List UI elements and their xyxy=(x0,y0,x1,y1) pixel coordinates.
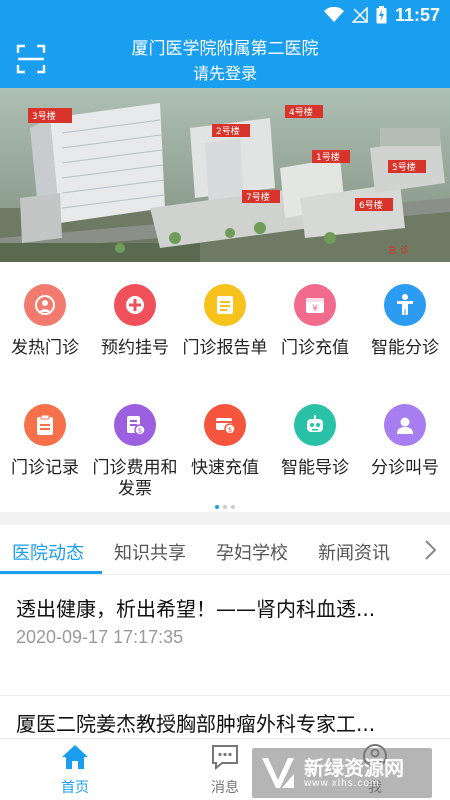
news-list: 透出健康，析出希望！——肾内科血透... 2020-09-17 17:17:35… xyxy=(0,575,450,738)
service-report[interactable]: 门诊报告单 xyxy=(180,284,270,359)
service-label: 智能分诊 xyxy=(371,338,439,358)
nav-label: 首页 xyxy=(61,780,89,796)
service-recharge[interactable]: ¥ 门诊充值 xyxy=(270,284,360,359)
app-header: 厦门医学院附属第二医院 请先登录 xyxy=(0,30,450,88)
status-time: 11:57 xyxy=(394,4,440,25)
banner-label: 7号楼 xyxy=(246,191,270,203)
chevron-right-icon[interactable] xyxy=(418,537,442,563)
service-appointment[interactable]: 预约挂号 xyxy=(90,284,180,359)
service-quick-recharge[interactable]: $ 快速充值 xyxy=(180,404,270,479)
pager-dot xyxy=(231,505,235,509)
home-icon xyxy=(62,745,88,769)
service-label: 智能导诊 xyxy=(281,458,349,478)
invoice-icon: $ xyxy=(114,404,156,446)
service-label: 分诊叫号 xyxy=(371,458,439,478)
news-time: 2020-09-17 17:17:35 xyxy=(16,627,184,647)
robot-guide-icon xyxy=(294,404,336,446)
smart-triage-icon xyxy=(384,284,426,326)
hospital-aerial-image: 3号楼 2号楼 4号楼 1号楼 5号楼 7号楼 6号楼 急 诊 xyxy=(0,88,450,262)
service-label: 门诊充值 xyxy=(281,338,349,358)
fever-clinic-icon xyxy=(24,284,66,326)
message-icon xyxy=(212,745,238,771)
service-label: 门诊报告单 xyxy=(182,338,268,358)
active-tab-indicator xyxy=(0,571,102,574)
service-invoice[interactable]: $ 门诊费用和发票 xyxy=(90,404,180,500)
pager-dot xyxy=(215,505,219,509)
appointment-icon xyxy=(114,284,156,326)
tab-pregnancy-school[interactable]: 孕妇学校 xyxy=(216,539,288,565)
pager-dots xyxy=(0,494,450,513)
banner-label: 3号楼 xyxy=(32,110,56,122)
service-label: 发热门诊 xyxy=(11,338,79,358)
hospital-banner[interactable]: 3号楼 2号楼 4号楼 1号楼 5号楼 7号楼 6号楼 急 诊 xyxy=(0,88,450,262)
tab-hospital-news[interactable]: 医院动态 xyxy=(12,539,84,565)
hospital-name: 厦门医学院附属第二医院 xyxy=(131,39,319,59)
status-icons: 11:57 xyxy=(323,4,440,25)
record-icon xyxy=(24,404,66,446)
banner-label: 1号楼 xyxy=(316,151,340,163)
svg-text:$: $ xyxy=(138,427,142,435)
news-item[interactable]: 透出健康，析出希望！——肾内科血透... 2020-09-17 17:17:35 xyxy=(0,575,450,696)
banner-label: 4号楼 xyxy=(289,106,313,118)
banner-label: 5号楼 xyxy=(392,161,416,173)
banner-label: 6号楼 xyxy=(359,199,383,211)
tab-knowledge[interactable]: 知识共享 xyxy=(114,539,186,565)
service-smart-triage[interactable]: 智能分诊 xyxy=(360,284,450,359)
login-link[interactable]: 请先登录 xyxy=(0,60,450,84)
service-label: 快速充值 xyxy=(191,458,259,478)
queue-call-icon xyxy=(384,404,426,446)
service-label: 预约挂号 xyxy=(101,338,169,358)
watermark: 新绿资源网 www.xlhs.com xyxy=(252,748,432,798)
svg-text:$: $ xyxy=(228,426,232,434)
service-record[interactable]: 门诊记录 xyxy=(0,404,90,479)
svg-text:¥: ¥ xyxy=(312,304,318,314)
quick-recharge-icon: $ xyxy=(204,404,246,446)
banner-label: 急 诊 xyxy=(388,244,409,256)
report-icon xyxy=(204,284,246,326)
tab-news[interactable]: 新闻资讯 xyxy=(318,539,390,565)
service-fever-clinic[interactable]: 发热门诊 xyxy=(0,284,90,359)
wifi-icon xyxy=(323,7,344,22)
news-tabs: 医院动态 知识共享 孕妇学校 新闻资讯 xyxy=(0,525,450,575)
news-title: 厦医二院姜杰教授胸部肿瘤外科专家工... xyxy=(16,712,376,736)
service-label: 门诊记录 xyxy=(11,458,79,478)
service-grid: 发热门诊 预约挂号 门诊报告单 ¥ 门诊充值 智能分诊 门诊记录 $ 门诊费用和… xyxy=(0,262,450,512)
banner-label: 2号楼 xyxy=(216,125,240,137)
battery-charging-icon xyxy=(376,6,387,24)
recharge-icon: ¥ xyxy=(294,284,336,326)
service-robot-guide[interactable]: 智能导诊 xyxy=(270,404,360,479)
news-item[interactable]: 厦医二院姜杰教授胸部肿瘤外科专家工... xyxy=(0,696,450,738)
service-queue-call[interactable]: 分诊叫号 xyxy=(360,404,450,479)
signal-off-icon xyxy=(351,7,368,23)
status-bar: 11:57 xyxy=(0,0,450,30)
watermark-text: 新绿资源网 xyxy=(304,756,404,780)
watermark-url: www.xlhs.com xyxy=(304,778,380,789)
nav-home[interactable]: 首页 xyxy=(35,743,115,797)
pager-dot xyxy=(223,505,227,509)
news-title: 透出健康，析出希望！——肾内科血透... xyxy=(16,597,376,621)
watermark-logo-icon xyxy=(262,758,294,788)
